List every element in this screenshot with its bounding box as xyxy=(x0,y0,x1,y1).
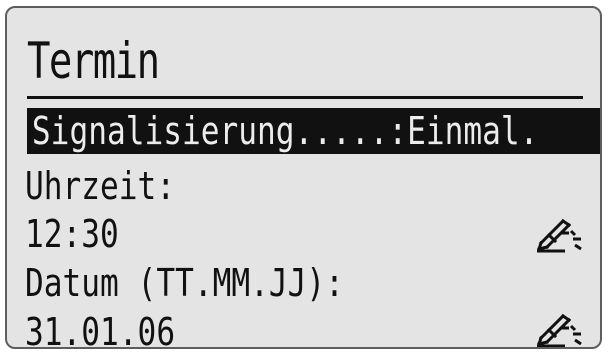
uhrzeit-value-field[interactable]: 12:30 xyxy=(25,211,119,257)
menu-item-signalisierung[interactable]: Signalisierung.....:Einmal. xyxy=(27,108,600,154)
edit-pencil-icon[interactable] xyxy=(535,308,585,347)
datum-label: Datum (TT.MM.JJ): xyxy=(25,261,344,305)
page-title: Termin xyxy=(27,32,160,90)
datum-value-field[interactable]: 31.01.06 xyxy=(25,309,175,347)
edit-pencil-icon[interactable] xyxy=(535,213,585,253)
title-divider xyxy=(27,96,583,99)
uhrzeit-label: Uhrzeit: xyxy=(25,164,176,208)
display-screen: Termin Signalisierung.....:Einmal. Uhrze… xyxy=(5,6,602,349)
